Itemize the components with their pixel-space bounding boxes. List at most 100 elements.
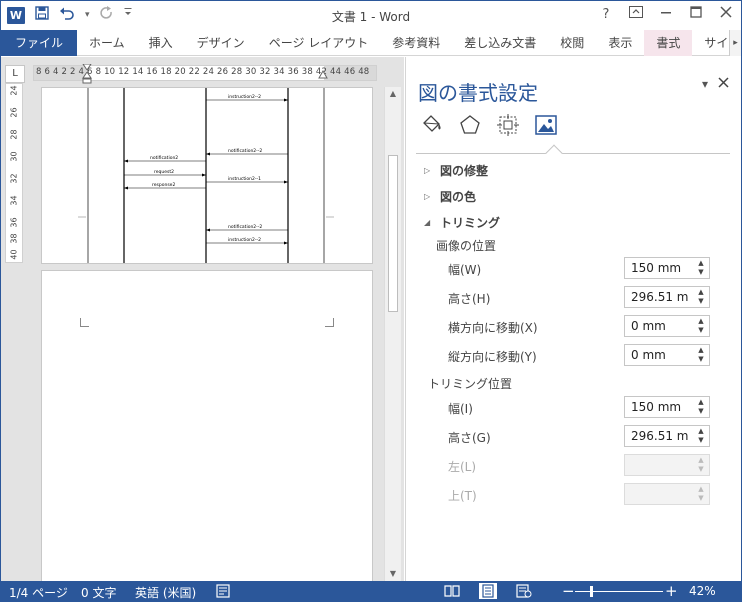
zoom-level[interactable]: 42%: [689, 584, 716, 598]
page-2[interactable]: [41, 270, 373, 590]
zoom-in-icon[interactable]: +: [665, 582, 678, 600]
spin-down-icon[interactable]: ▼: [695, 326, 707, 335]
crop-width-input[interactable]: 150 mm ▲ ▼: [624, 396, 710, 418]
tab-page-layout[interactable]: ページ レイアウト: [257, 30, 381, 56]
tab-references[interactable]: 参考資料: [380, 30, 452, 56]
margin-corner-mark: [80, 318, 89, 327]
image-width-input[interactable]: 150 mm ▲ ▼: [624, 257, 710, 279]
format-picture-pane: 図の書式設定 ▾ ▷ 図の修整 ▷ 図の色 ◢ トリミング 画像の位置 幅(W)…: [405, 57, 741, 581]
offset-y-value[interactable]: 0 mm: [631, 348, 689, 362]
close-icon[interactable]: [715, 5, 737, 25]
spin-up-icon[interactable]: ▲: [695, 288, 707, 297]
spin-up-icon[interactable]: ▲: [695, 427, 707, 436]
spin-up-icon[interactable]: ▲: [695, 317, 707, 326]
vertical-scrollbar[interactable]: ▲ ▼: [384, 87, 401, 581]
language-indicator[interactable]: 英語 (米国): [135, 584, 196, 601]
spin-up-icon[interactable]: ▲: [695, 398, 707, 407]
diagram-label: instruction2--1: [228, 176, 261, 182]
spin-down-icon[interactable]: ▼: [695, 268, 707, 277]
zoom-slider-thumb[interactable]: [589, 586, 593, 597]
indent-marker-icon[interactable]: [82, 64, 92, 84]
tab-view[interactable]: 表示: [596, 30, 644, 56]
vruler-number: 28: [9, 129, 19, 140]
offset-x-value[interactable]: 0 mm: [631, 319, 689, 333]
horizontal-ruler[interactable]: 8 6 4 2 2 4 6 8 10 12 14 16 18 20 22 24 …: [33, 64, 377, 84]
picture-icon[interactable]: [534, 113, 558, 137]
zoom-out-icon[interactable]: −: [562, 582, 575, 600]
crop-width-value[interactable]: 150 mm: [631, 400, 689, 414]
fill-line-icon[interactable]: [420, 113, 444, 137]
spin-down-icon[interactable]: ▼: [695, 436, 707, 445]
vruler-number: 40: [9, 249, 19, 260]
spin-up-icon[interactable]: ▲: [695, 259, 707, 268]
section-picture-color[interactable]: ▷ 図の色: [424, 188, 476, 205]
section-label: トリミング: [440, 216, 501, 230]
crop-top-label: 上(T): [448, 489, 477, 503]
web-layout-icon[interactable]: [515, 583, 533, 599]
print-layout-icon[interactable]: [479, 583, 497, 599]
vruler-number: 24: [9, 85, 19, 96]
tab-home[interactable]: ホーム: [77, 30, 137, 56]
zoom-slider[interactable]: [575, 591, 663, 592]
crop-height-label: 高さ(G): [448, 431, 491, 445]
vertical-ruler[interactable]: 24 26 28 30 32 34 36 38 40: [5, 83, 23, 263]
pane-options-icon[interactable]: ▾: [702, 77, 708, 91]
image-width-value[interactable]: 150 mm: [631, 261, 689, 275]
help-button[interactable]: ?: [595, 5, 617, 25]
spin-down-icon[interactable]: ▼: [695, 355, 707, 364]
active-tab-caret: [545, 144, 563, 162]
image-position-heading: 画像の位置: [436, 239, 497, 253]
spin-down-icon[interactable]: ▼: [695, 494, 707, 503]
image-height-value[interactable]: 296.51 mm: [631, 290, 689, 304]
tab-insert[interactable]: 挿入: [137, 30, 185, 56]
spin-up-icon[interactable]: ▲: [695, 456, 707, 465]
collapse-arrow-icon: ◢: [424, 218, 431, 227]
section-picture-corrections[interactable]: ▷ 図の修整: [424, 162, 488, 179]
crop-height-value[interactable]: 296.51 mm: [631, 429, 689, 443]
section-crop[interactable]: ◢ トリミング: [424, 214, 500, 231]
page-count[interactable]: 1/4 ページ: [9, 584, 68, 601]
page-1[interactable]: instruction2--2 notification2--2 notific…: [41, 87, 373, 264]
crop-height-input[interactable]: 296.51 mm ▲▼: [624, 425, 710, 447]
ribbon-display-icon[interactable]: [625, 5, 647, 25]
tab-design[interactable]: デザイン: [185, 30, 257, 56]
tab-format[interactable]: 書式: [644, 30, 693, 56]
pane-close-icon[interactable]: [718, 77, 729, 91]
right-indent-marker-icon[interactable]: [318, 70, 328, 82]
word-count[interactable]: 0 文字: [81, 584, 116, 601]
tab-mailings[interactable]: 差し込み文書: [452, 30, 548, 56]
offset-x-input[interactable]: 0 mm ▲ ▼: [624, 315, 710, 337]
read-mode-icon[interactable]: [443, 583, 461, 599]
tab-review[interactable]: 校閲: [548, 30, 596, 56]
macro-record-icon[interactable]: [215, 583, 231, 601]
section-label: 図の修整: [440, 164, 489, 178]
effects-icon[interactable]: [458, 113, 482, 137]
offset-y-input[interactable]: 0 mm ▲ ▼: [624, 344, 710, 366]
layout-properties-icon[interactable]: [496, 113, 520, 137]
scroll-up-icon[interactable]: ▲: [385, 87, 401, 101]
scroll-down-icon[interactable]: ▼: [385, 567, 401, 581]
spin-down-icon[interactable]: ▼: [695, 297, 707, 306]
diagram-label: notification2: [150, 155, 178, 161]
spin-up-icon[interactable]: ▲: [695, 485, 707, 494]
minimize-icon[interactable]: [655, 5, 677, 25]
sequence-diagram-image[interactable]: instruction2--2 notification2--2 notific…: [42, 88, 372, 263]
vruler-number: 38: [9, 233, 19, 244]
spin-down-icon[interactable]: ▼: [695, 407, 707, 416]
tab-file[interactable]: ファイル: [1, 30, 78, 56]
crop-left-input[interactable]: ▲ ▼: [624, 454, 710, 476]
tab-selector[interactable]: L: [5, 65, 25, 83]
spin-up-icon[interactable]: ▲: [695, 346, 707, 355]
spin-down-icon[interactable]: ▼: [695, 465, 707, 474]
pane-category-tabs: [420, 113, 558, 137]
vruler-number: 34: [9, 195, 19, 206]
tab-scroll-right-icon[interactable]: ▸: [729, 30, 741, 56]
crop-top-input[interactable]: ▲ ▼: [624, 483, 710, 505]
pane-title: 図の書式設定: [418, 81, 538, 105]
vruler-number: 36: [9, 217, 19, 228]
maximize-icon[interactable]: [685, 5, 707, 25]
image-height-input[interactable]: 296.51 mm ▲▼: [624, 286, 710, 308]
scrollbar-thumb[interactable]: [388, 155, 398, 312]
diagram-label: instruction2--2: [228, 94, 261, 100]
ribbon-tabs: ファイル ホーム 挿入 デザイン ページ レイアウト 参考資料 差し込み文書 校…: [1, 30, 741, 56]
